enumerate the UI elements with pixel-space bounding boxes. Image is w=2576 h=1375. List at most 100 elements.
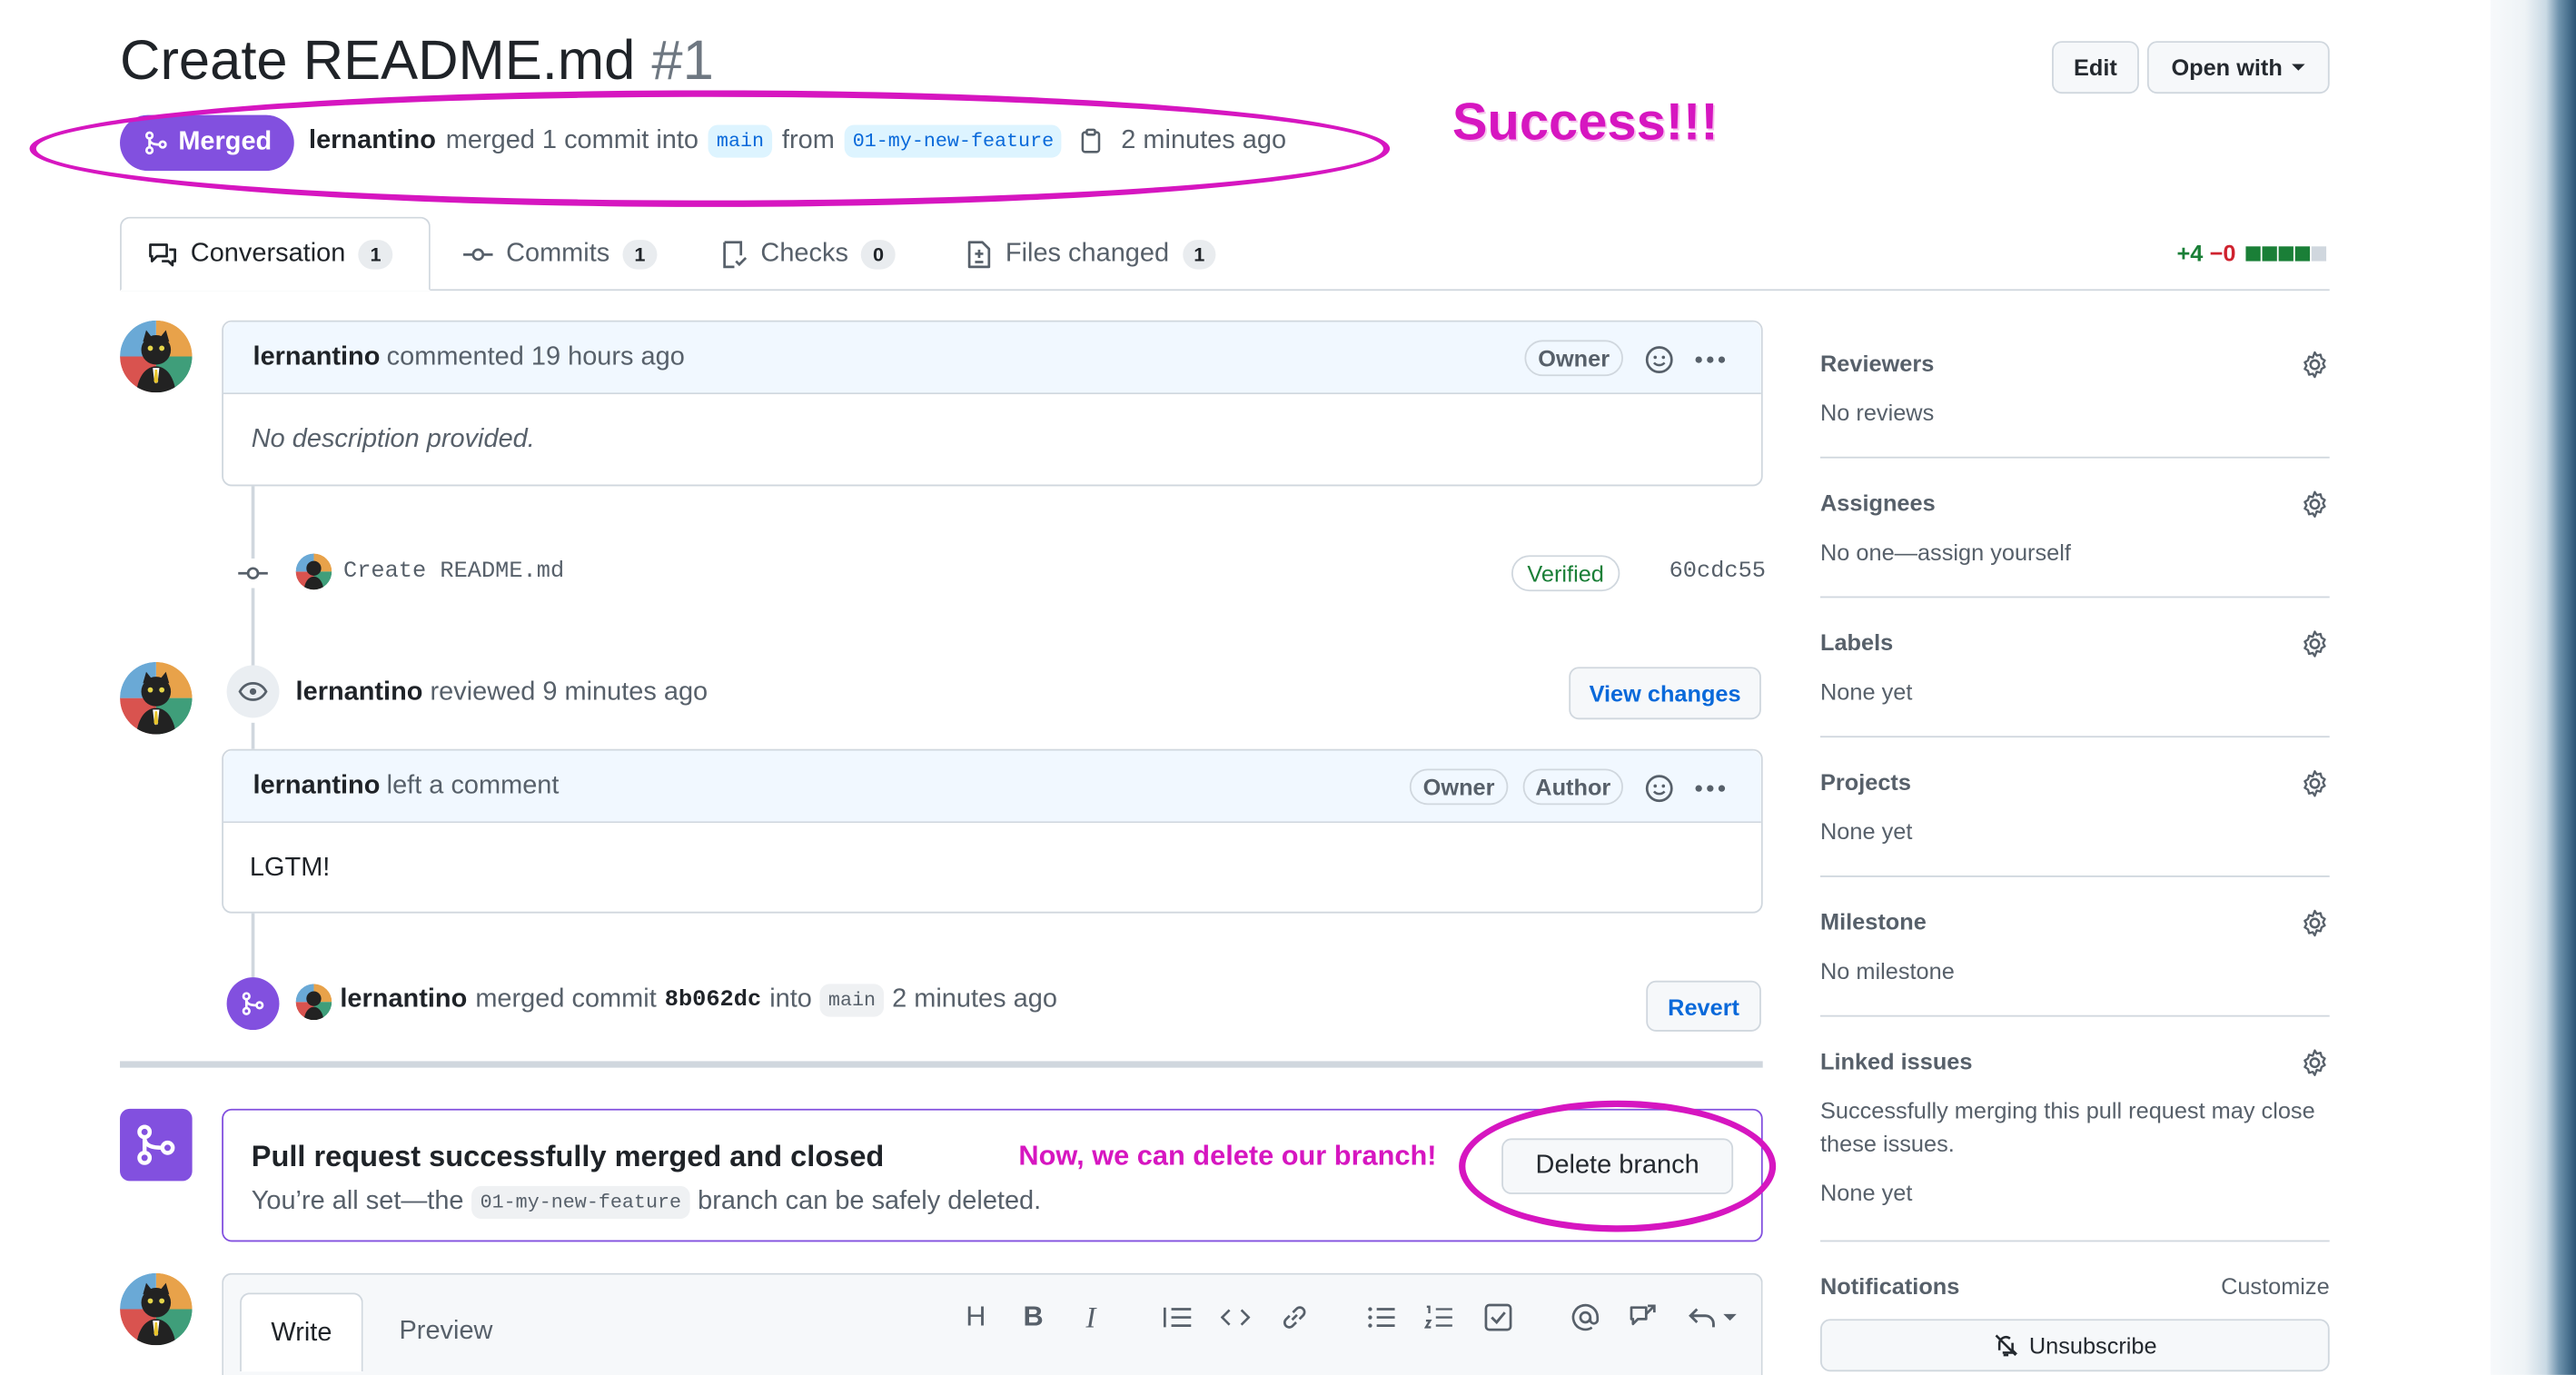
merge-event-summary: lernantino merged commit 8b062dc into ma… (340, 984, 1057, 1017)
diffstat: +4 −0 (2176, 240, 2327, 266)
commit-message-link[interactable]: Create README.md (343, 559, 564, 585)
comment: lernantino commented 19 hours ago Owner … (222, 320, 1763, 487)
comment-meta: left a comment (386, 771, 560, 799)
tab-conversation[interactable]: Conversation 1 (120, 216, 431, 292)
checklist-icon (723, 240, 748, 268)
notifications-title: Notifications (1820, 1272, 1960, 1300)
merge-base-branch[interactable]: main (819, 984, 885, 1017)
pr-title: Create README.md (120, 29, 636, 93)
tab-commits-count: 1 (622, 239, 658, 269)
git-merge-icon (120, 1108, 193, 1182)
customize-link[interactable]: Customize (2221, 1273, 2330, 1300)
code-icon[interactable] (1220, 1302, 1251, 1332)
comment-author-link[interactable]: lernantino (253, 771, 381, 801)
merge-box-branch: 01-my-new-feature (471, 1185, 690, 1220)
sidebar-section-title[interactable]: Labels (1820, 629, 2330, 656)
gear-icon[interactable] (2300, 350, 2330, 388)
diffstat-square (2262, 245, 2277, 261)
tasklist-icon[interactable] (1483, 1302, 1513, 1332)
review-summary: lernantino reviewed 9 minutes ago (296, 678, 708, 708)
diffstat-square (2311, 245, 2326, 261)
owner-badge: Owner (1524, 340, 1623, 377)
merge-commit-sha-link[interactable]: 8b062dc (665, 987, 761, 1014)
tab-checks-count: 0 (861, 239, 896, 269)
unsubscribe-button[interactable]: Unsubscribe (1820, 1319, 2330, 1372)
kebab-horizontal-icon[interactable] (1690, 772, 1729, 805)
smiley-icon[interactable] (1643, 343, 1676, 376)
tab-files-changed[interactable]: Files changed 1 (966, 217, 1216, 291)
sidebar-section-linked-issues: Linked issues Successfully merging this p… (1820, 1048, 2330, 1242)
sidebar-section-title[interactable]: Reviewers (1820, 350, 2330, 376)
view-changes-button[interactable]: View changes (1569, 667, 1761, 720)
avatar[interactable] (120, 320, 193, 393)
cross-reference-icon[interactable] (1628, 1302, 1658, 1332)
sidebar-section-title[interactable]: Assignees (1820, 490, 2330, 516)
caret-down-icon[interactable] (1723, 1313, 1737, 1321)
unordered-list-icon[interactable] (1367, 1302, 1397, 1332)
reply-icon[interactable] (1688, 1302, 1740, 1332)
edit-button[interactable]: Edit (2052, 41, 2139, 94)
unsubscribe-label: Unsubscribe (2028, 1331, 2157, 1359)
ordered-list-icon[interactable] (1424, 1302, 1454, 1332)
comment-meta[interactable]: commented 19 hours ago (387, 342, 685, 372)
comment-header: lernantino left a comment Owner Author (223, 750, 1761, 824)
git-merge-icon (226, 977, 280, 1031)
gear-icon[interactable] (2300, 629, 2330, 668)
tab-write[interactable]: Write (240, 1292, 363, 1372)
timeline-divider (120, 1061, 1763, 1068)
avatar[interactable] (120, 1272, 193, 1346)
mention-icon[interactable] (1570, 1302, 1600, 1332)
sidebar-section-value: Successfully merging this pull request m… (1820, 1097, 2315, 1157)
pr-tabs: Conversation 1 Commits 1 Checks 0 Files … (120, 216, 2330, 292)
tab-checks[interactable]: Checks 0 (721, 217, 896, 291)
avatar[interactable] (295, 984, 332, 1021)
sidebar-section-reviewers: Reviewers No reviews (1820, 350, 2330, 459)
verified-badge[interactable]: Verified (1511, 555, 1620, 592)
tab-commits[interactable]: Commits 1 (463, 217, 658, 291)
merger-link[interactable]: lernantino (340, 985, 467, 1015)
tab-preview[interactable]: Preview (370, 1292, 522, 1371)
sidebar-section-value[interactable]: No one—assign yourself (1820, 536, 2330, 569)
gear-icon[interactable] (2300, 768, 2330, 806)
pr-number: #1 (651, 29, 714, 93)
open-with-button[interactable]: Open with (2146, 41, 2330, 94)
review-comment: lernantino left a comment Owner Author L… (222, 748, 1763, 914)
file-diff-icon (967, 240, 991, 268)
timeline-line (251, 913, 255, 979)
revert-button[interactable]: Revert (1646, 980, 1761, 1032)
link-icon[interactable] (1280, 1302, 1310, 1332)
commit-sha-link[interactable]: 60cdc55 (1669, 559, 1766, 585)
page-title: Create README.md #1 (120, 30, 714, 94)
comment-composer: Write Preview (222, 1272, 1763, 1375)
italic-icon[interactable]: I (1076, 1301, 1106, 1333)
bold-icon[interactable]: B (1018, 1301, 1048, 1331)
git-commit-icon (234, 558, 272, 589)
comment-body: No description provided. (251, 425, 535, 454)
gear-icon[interactable] (2300, 490, 2330, 528)
timeline-line (251, 722, 255, 749)
kebab-horizontal-icon[interactable] (1690, 343, 1729, 376)
comment-author-link[interactable]: lernantino (253, 342, 381, 372)
open-with-label: Open with (2171, 54, 2283, 81)
heading-icon[interactable]: H (961, 1301, 991, 1331)
sidebar-section-title[interactable]: Projects (1820, 768, 2330, 795)
review-meta[interactable]: reviewed 9 minutes ago (431, 678, 708, 707)
annotation-delete-hint: Now, we can delete our branch! (1018, 1140, 1437, 1172)
merge-box-title: Pull request successfully merged and clo… (251, 1140, 885, 1173)
smiley-icon[interactable] (1643, 772, 1676, 805)
merge-event-text: merged commit (475, 985, 657, 1014)
sidebar-section-value: None yet (1820, 817, 1913, 845)
reviewer-link[interactable]: lernantino (296, 678, 423, 707)
sidebar-section-title[interactable]: Milestone (1820, 908, 2330, 935)
avatar[interactable] (120, 661, 193, 735)
sidebar-section-milestone: Milestone No milestone (1820, 908, 2330, 1017)
sidebar-section-projects: Projects None yet (1820, 768, 2330, 877)
gear-icon[interactable] (2300, 908, 2330, 946)
quote-icon[interactable] (1163, 1302, 1194, 1332)
avatar[interactable] (295, 553, 332, 590)
diff-additions: +4 (2176, 240, 2204, 267)
gear-icon[interactable] (2300, 1048, 2330, 1086)
sidebar-section-title[interactable]: Linked issues (1820, 1048, 2330, 1074)
merge-box-description: You’re all set—the 01-my-new-feature bra… (252, 1185, 1041, 1220)
merge-event-time[interactable]: 2 minutes ago (892, 985, 1057, 1015)
